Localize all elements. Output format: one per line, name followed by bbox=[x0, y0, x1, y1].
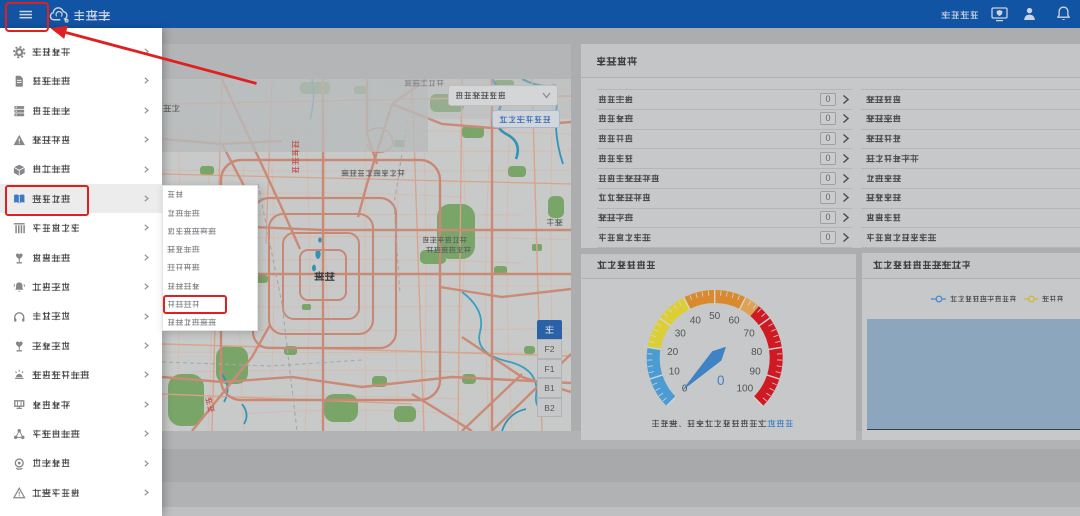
svg-text:90: 90 bbox=[750, 367, 762, 378]
svg-text:100: 100 bbox=[736, 384, 753, 395]
svg-text:40: 40 bbox=[690, 316, 702, 327]
svg-text:10: 10 bbox=[669, 367, 681, 378]
svg-text:70: 70 bbox=[744, 329, 756, 340]
svg-text:0: 0 bbox=[717, 373, 725, 388]
svg-text:50: 50 bbox=[709, 311, 721, 322]
svg-text:80: 80 bbox=[751, 347, 763, 358]
svg-text:30: 30 bbox=[675, 329, 687, 340]
svg-text:20: 20 bbox=[667, 347, 679, 358]
svg-text:60: 60 bbox=[728, 316, 740, 327]
